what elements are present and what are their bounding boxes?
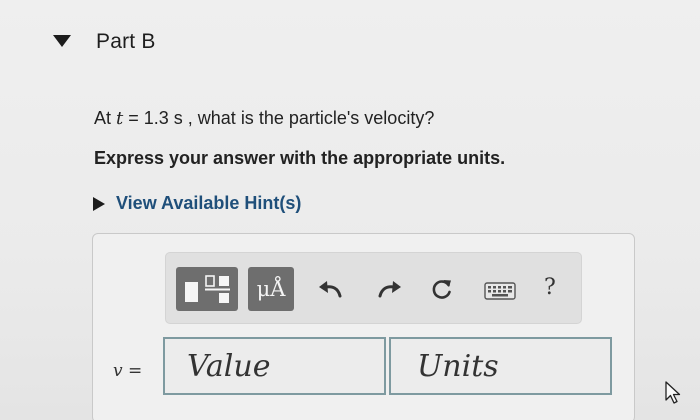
question-text: At t = 1.3 s , what is the particle's ve… bbox=[94, 108, 434, 129]
mouse-cursor-icon bbox=[665, 381, 681, 404]
question-prefix: At bbox=[94, 108, 117, 128]
view-hints-link[interactable]: View Available Hint(s) bbox=[92, 193, 301, 214]
keyboard-icon[interactable] bbox=[484, 282, 516, 300]
templates-button[interactable] bbox=[176, 267, 238, 311]
question-body: = 1.3 s , what is the particle's velocit… bbox=[123, 108, 435, 128]
collapse-triangle-icon[interactable] bbox=[52, 34, 72, 48]
fraction-templates-icon bbox=[185, 275, 230, 303]
answer-equals: = bbox=[122, 361, 143, 381]
expand-arrow-icon bbox=[93, 196, 105, 211]
answer-panel: μÅ ? v = Value Units bbox=[92, 233, 635, 420]
value-input[interactable]: Value bbox=[163, 337, 386, 395]
help-button[interactable]: ? bbox=[544, 275, 556, 300]
answer-variable: v bbox=[113, 361, 123, 381]
instruction-text: Express your answer with the appropriate… bbox=[94, 148, 506, 168]
undo-arrow-icon[interactable] bbox=[316, 279, 344, 299]
units-button-label: μÅ bbox=[256, 277, 286, 301]
part-title: Part B bbox=[96, 30, 156, 53]
view-hints-label: View Available Hint(s) bbox=[116, 193, 302, 213]
units-button[interactable]: μÅ bbox=[248, 267, 294, 311]
screen: Part B At t = 1.3 s , what is the partic… bbox=[0, 0, 700, 420]
answer-variable-label: v = bbox=[113, 361, 142, 381]
units-input[interactable]: Units bbox=[389, 337, 612, 395]
math-toolbar: μÅ ? bbox=[165, 252, 582, 324]
redo-arrow-icon[interactable] bbox=[376, 279, 404, 299]
reset-icon[interactable] bbox=[430, 277, 454, 301]
